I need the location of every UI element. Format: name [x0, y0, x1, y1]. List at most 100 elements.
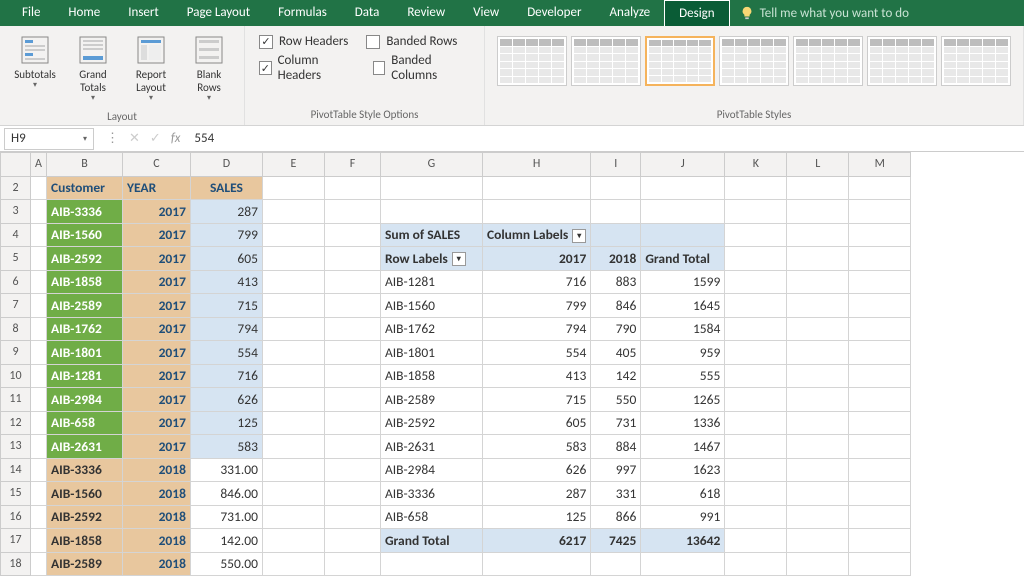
tell-me-search[interactable]: Tell me what you want to do	[730, 6, 909, 21]
cell[interactable]: AIB-1560	[380, 294, 482, 318]
confirm-icon[interactable]: ✓	[150, 131, 161, 146]
cell[interactable]: 413	[190, 270, 262, 294]
cell[interactable]: AIB-1858	[46, 529, 122, 553]
cell[interactable]: 2018	[122, 529, 190, 553]
cell[interactable]: 1336	[641, 411, 725, 435]
cell[interactable]: 2017	[122, 341, 190, 365]
cell[interactable]: 716	[190, 364, 262, 388]
cell[interactable]: SALES	[190, 176, 262, 200]
row-header[interactable]: 17	[1, 529, 31, 553]
cell[interactable]: AIB-1281	[46, 364, 122, 388]
cell[interactable]: 790	[591, 317, 641, 341]
cell[interactable]: 1584	[641, 317, 725, 341]
style-swatch[interactable]	[719, 36, 789, 86]
cell[interactable]: AIB-2592	[46, 505, 122, 529]
row-header[interactable]: 6	[1, 270, 31, 294]
cell[interactable]: 731.00	[190, 505, 262, 529]
formula-input[interactable]: 554	[188, 129, 1024, 148]
cell[interactable]: 2018	[122, 552, 190, 576]
cell[interactable]: AIB-3336	[380, 482, 482, 506]
cell[interactable]: 6217	[482, 529, 590, 553]
cell[interactable]: 413	[482, 364, 590, 388]
cell[interactable]: 794	[190, 317, 262, 341]
cell[interactable]: 959	[641, 341, 725, 365]
row-header[interactable]: 16	[1, 505, 31, 529]
subtotals-button[interactable]: Subtotals▾	[8, 30, 62, 108]
cell[interactable]: 125	[190, 411, 262, 435]
row-header[interactable]: 12	[1, 411, 31, 435]
cell[interactable]: 13642	[641, 529, 725, 553]
spreadsheet-grid[interactable]: ABCDEFGHIJKLM2CustomerYEARSALES3AIB-3336…	[0, 152, 1024, 576]
cell[interactable]: 7425	[591, 529, 641, 553]
cell[interactable]: 866	[591, 505, 641, 529]
cell[interactable]: 626	[190, 388, 262, 412]
grand-totals-button[interactable]: Grand Totals▾	[66, 30, 120, 108]
tab-page-layout[interactable]: Page Layout	[173, 0, 264, 26]
tab-developer[interactable]: Developer	[513, 0, 595, 26]
col-header[interactable]: A	[31, 153, 47, 177]
cell[interactable]: AIB-2631	[380, 435, 482, 459]
column-headers-checkbox[interactable]: ✓Column Headers	[259, 53, 355, 83]
cell[interactable]: 605	[482, 411, 590, 435]
cell[interactable]: 555	[641, 364, 725, 388]
cell[interactable]: AIB-2589	[380, 388, 482, 412]
cell[interactable]: AIB-1858	[46, 270, 122, 294]
cell[interactable]: AIB-1281	[380, 270, 482, 294]
cell[interactable]: AIB-3336	[46, 458, 122, 482]
cell[interactable]: 626	[482, 458, 590, 482]
fx-icon[interactable]: fx	[171, 131, 181, 146]
name-box[interactable]: H9▾	[4, 128, 94, 150]
col-header[interactable]: C	[122, 153, 190, 177]
cell[interactable]: 883	[591, 270, 641, 294]
row-header[interactable]: 13	[1, 435, 31, 459]
row-header[interactable]: 3	[1, 200, 31, 224]
range-icon[interactable]: ⋮	[106, 131, 119, 146]
tab-view[interactable]: View	[459, 0, 513, 26]
col-header[interactable]: G	[380, 153, 482, 177]
col-header[interactable]: D	[190, 153, 262, 177]
col-header[interactable]: E	[262, 153, 324, 177]
cell[interactable]: AIB-658	[46, 411, 122, 435]
cell[interactable]: 2017	[122, 247, 190, 271]
col-header[interactable]: I	[591, 153, 641, 177]
tab-review[interactable]: Review	[393, 0, 459, 26]
cell[interactable]: AIB-2589	[46, 294, 122, 318]
cell[interactable]: 884	[591, 435, 641, 459]
cell[interactable]: 846.00	[190, 482, 262, 506]
col-header[interactable]: J	[641, 153, 725, 177]
cell[interactable]: 331.00	[190, 458, 262, 482]
style-swatch[interactable]	[571, 36, 641, 86]
cell[interactable]: 142	[591, 364, 641, 388]
banded-rows-checkbox[interactable]: Banded Rows	[366, 34, 457, 49]
cell[interactable]: Grand Total	[380, 529, 482, 553]
cell[interactable]: AIB-1801	[380, 341, 482, 365]
cell[interactable]: 715	[482, 388, 590, 412]
cell[interactable]: 1645	[641, 294, 725, 318]
row-header[interactable]: 4	[1, 223, 31, 247]
cell[interactable]: 554	[190, 341, 262, 365]
cell[interactable]: 2017	[122, 317, 190, 341]
cell[interactable]: 799	[190, 223, 262, 247]
col-header[interactable]: L	[787, 153, 849, 177]
filter-button[interactable]: ▾	[452, 252, 466, 266]
row-header[interactable]: 9	[1, 341, 31, 365]
col-header[interactable]: M	[849, 153, 911, 177]
blank-rows-button[interactable]: Blank Rows▾	[182, 30, 236, 108]
cell[interactable]: Customer	[46, 176, 122, 200]
row-header[interactable]: 5	[1, 247, 31, 271]
cell[interactable]: AIB-1762	[380, 317, 482, 341]
style-swatch[interactable]	[941, 36, 1011, 86]
cell[interactable]: 605	[190, 247, 262, 271]
cell[interactable]: 2018	[591, 247, 641, 271]
tab-formulas[interactable]: Formulas	[264, 0, 341, 26]
cell[interactable]: 799	[482, 294, 590, 318]
cell[interactable]: 715	[190, 294, 262, 318]
col-header[interactable]: H	[482, 153, 590, 177]
cell[interactable]: AIB-2592	[46, 247, 122, 271]
cell[interactable]: 991	[641, 505, 725, 529]
cell[interactable]: 2017	[482, 247, 590, 271]
cell[interactable]: 550.00	[190, 552, 262, 576]
cell[interactable]: Sum of SALES	[380, 223, 482, 247]
cell[interactable]: AIB-1560	[46, 482, 122, 506]
cell[interactable]: AIB-2984	[380, 458, 482, 482]
